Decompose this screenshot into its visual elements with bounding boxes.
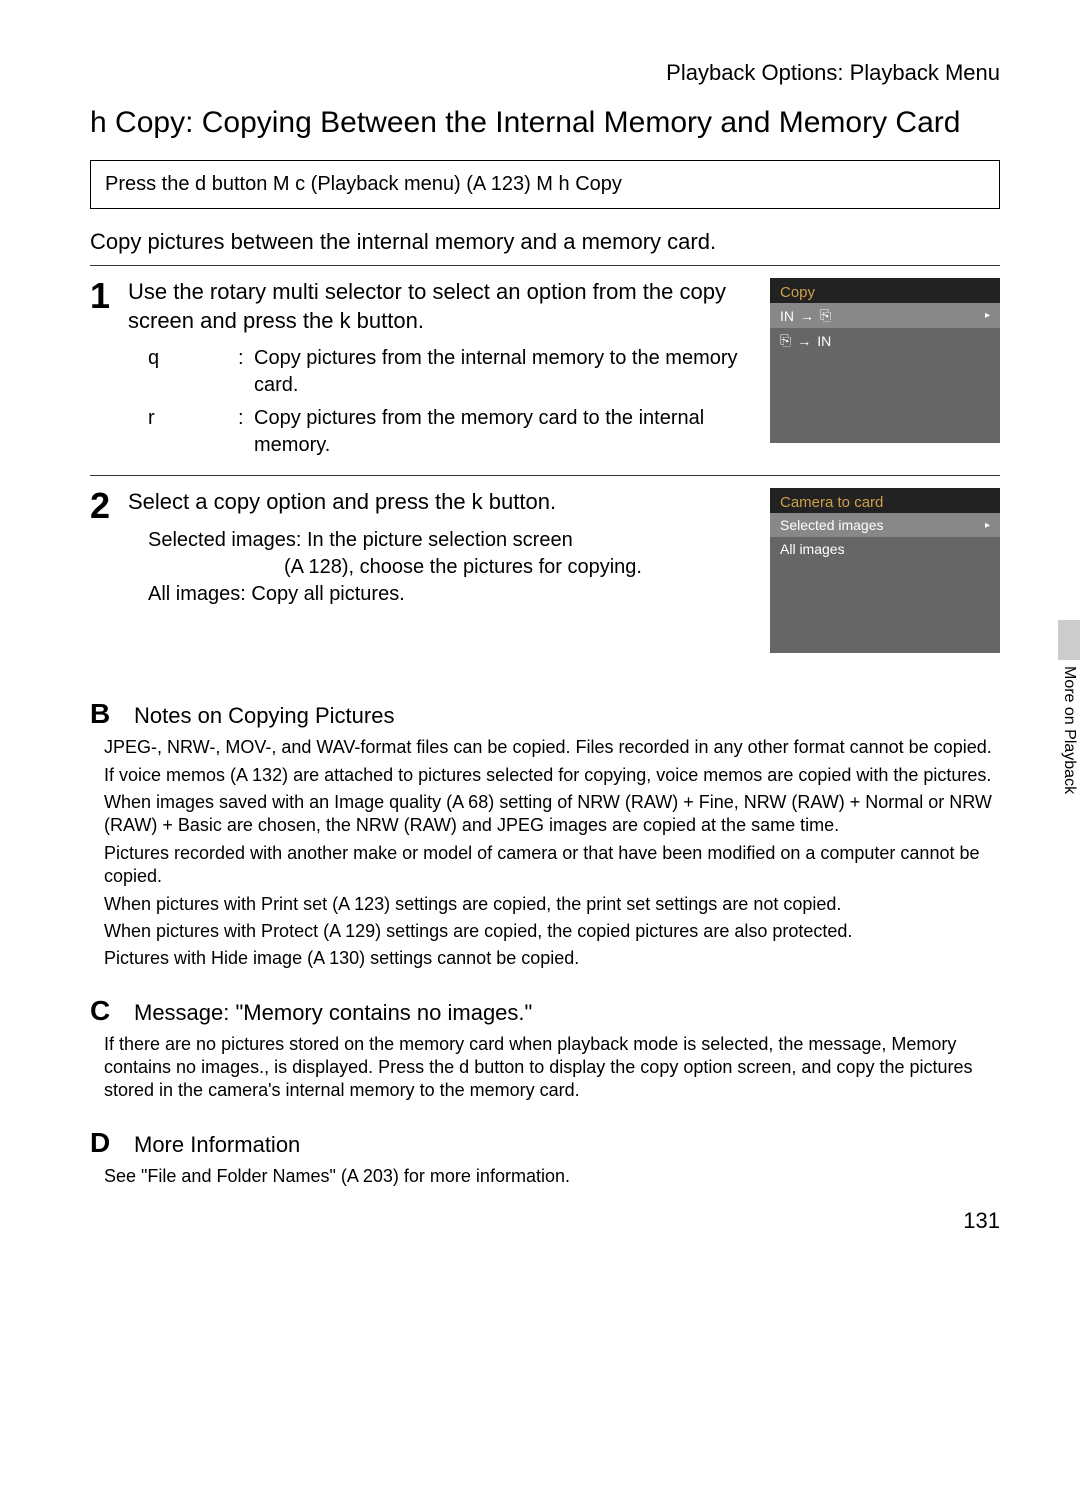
note-line: When images saved with an Image quality …: [104, 791, 1000, 838]
step-2: 2 Select a copy option and press the k b…: [90, 488, 1000, 658]
note-head-c: C Message: "Memory contains no images.": [90, 995, 1000, 1027]
sub-label: All images:: [148, 583, 246, 605]
note-title: More Information: [134, 1132, 300, 1158]
camera-screenshot-options: Camera to card Selected images ▸ All ima…: [770, 488, 1000, 658]
note-icon: D: [90, 1127, 134, 1159]
note-head-b: B Notes on Copying Pictures: [90, 698, 1000, 730]
side-tab-label: More on Playback: [1060, 666, 1078, 794]
sub-text: Copy all pictures.: [251, 583, 404, 605]
screenshot-row-text: All images: [780, 541, 845, 557]
divider: [90, 475, 1000, 476]
note-title: Message: "Memory contains no images.": [134, 1000, 532, 1026]
screenshot-row: ⎘ → IN: [770, 328, 1000, 353]
screenshot-title: Camera to card: [770, 488, 1000, 513]
note-line: JPEG-, NRW-, MOV-, and WAV-format files …: [104, 736, 992, 759]
step-main-text: Use the rotary multi selector to select …: [128, 278, 750, 335]
sub-text-part: In the picture selection screen: [307, 529, 573, 551]
nav-path-box: Press the d button M c (Playback menu) (…: [90, 160, 1000, 209]
step-main-text: Select a copy option and press the k but…: [128, 488, 750, 517]
camera-screenshot-copy: Copy IN → ⎘ ▸ ⎘ → IN: [770, 278, 1000, 448]
sub-option-selected-images: Selected images: In the picture selectio…: [128, 527, 750, 581]
note-icon: B: [90, 698, 134, 730]
note-line: If voice memos (A 132) are attached to p…: [104, 764, 991, 787]
note-line: When pictures with Print set (A 123) set…: [104, 893, 841, 916]
caret-icon: ▸: [985, 310, 990, 321]
side-tab-bar: [1058, 620, 1080, 660]
note-line: Pictures recorded with another make or m…: [104, 842, 1000, 889]
divider: [90, 265, 1000, 266]
sub-text: Copy pictures from the memory card to th…: [254, 405, 750, 459]
sub-option-q: q : Copy pictures from the internal memo…: [128, 345, 750, 399]
side-tab: More on Playback: [1058, 620, 1080, 799]
caret-icon: ▸: [985, 520, 990, 531]
note-line: Pictures with Hide image (A 130) setting…: [104, 947, 579, 970]
sub-option-r: r : Copy pictures from the memory card t…: [128, 405, 750, 459]
page-header: Playback Options: Playback Menu: [90, 60, 1000, 86]
note-icon: C: [90, 995, 134, 1027]
note-title: Notes on Copying Pictures: [134, 703, 394, 729]
sub-label: r: [148, 405, 238, 459]
page-number: 131: [90, 1208, 1000, 1234]
note-line: When pictures with Protect (A 129) setti…: [104, 920, 852, 943]
screenshot-row-text: Selected images: [780, 517, 884, 533]
memory-in-icon: IN: [780, 308, 794, 324]
sub-label: Selected images:: [148, 529, 301, 551]
section-title: h Copy: Copying Between the Internal Mem…: [90, 106, 1000, 140]
memory-in-icon: IN: [817, 333, 831, 349]
step-1: 1 Use the rotary multi selector to selec…: [90, 278, 1000, 465]
note-body-b: JPEG-, NRW-, MOV-, and WAV-format files …: [104, 736, 1000, 971]
sub-option-all-images: All images: Copy all pictures.: [128, 581, 750, 608]
section-icon-glyph: h: [90, 106, 107, 139]
note-body-d: See "File and Folder Names" (A 203) for …: [104, 1165, 1000, 1188]
note-body-c: If there are no pictures stored on the m…: [104, 1033, 1000, 1103]
step-number: 2: [90, 488, 128, 658]
arrow-icon: →: [800, 308, 814, 324]
screenshot-row: All images: [770, 537, 1000, 561]
note-head-d: D More Information: [90, 1127, 1000, 1159]
screenshot-row: IN → ⎘ ▸: [770, 303, 1000, 328]
memory-card-icon: ⎘: [780, 332, 791, 349]
intro-text: Copy pictures between the internal memor…: [90, 229, 1000, 255]
sub-label: q: [148, 345, 238, 399]
section-title-text: Copy: Copying Between the Internal Memor…: [115, 106, 960, 139]
sub-text: Copy pictures from the internal memory t…: [254, 345, 750, 399]
sub-text-cont: (A 128), choose the pictures for copying…: [284, 554, 750, 581]
screenshot-row: Selected images ▸: [770, 513, 1000, 537]
screenshot-title: Copy: [770, 278, 1000, 303]
memory-card-icon: ⎘: [820, 307, 831, 324]
arrow-icon: →: [797, 333, 811, 349]
step-number: 1: [90, 278, 128, 465]
